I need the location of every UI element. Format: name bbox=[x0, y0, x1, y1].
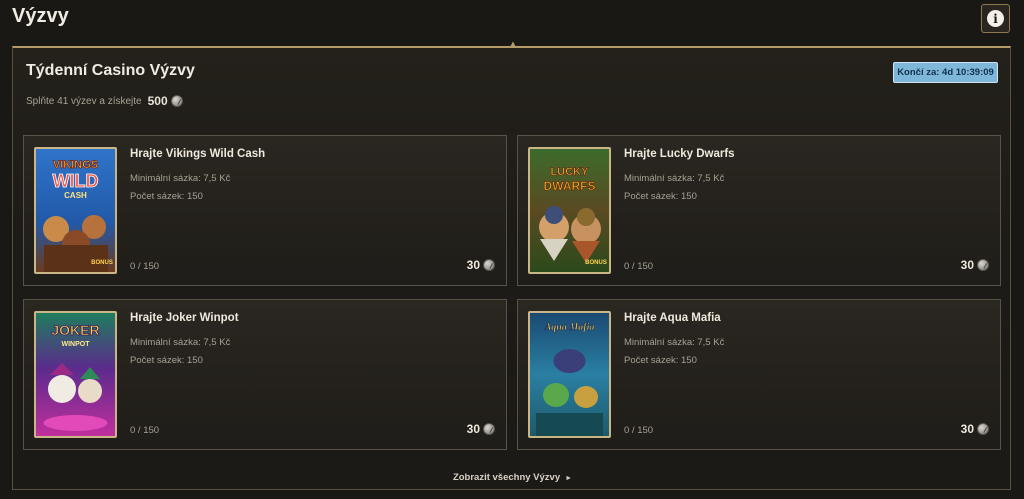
timer-badge: Končí za: 4d 10:39:09 bbox=[893, 62, 998, 83]
card-bet-count: Počet sázek: 150 bbox=[624, 355, 697, 366]
svg-text:BONUS: BONUS bbox=[585, 260, 607, 266]
card-title: Hrajte Aqua Mafia bbox=[624, 312, 721, 324]
card-min-bet: Minimální sázka: 7,5 Kč bbox=[130, 173, 231, 184]
card-reward: 30 bbox=[961, 258, 989, 272]
svg-text:CASH: CASH bbox=[64, 191, 87, 200]
card-bet-count: Počet sázek: 150 bbox=[624, 191, 697, 202]
svg-text:BONUS: BONUS bbox=[91, 260, 113, 266]
game-thumbnail-vikings[interactable]: VIKINGS WILD CASH BONUS bbox=[34, 147, 117, 274]
coin-icon bbox=[977, 423, 989, 435]
page-title: Výzvy bbox=[12, 5, 69, 27]
svg-text:LUCKY: LUCKY bbox=[551, 166, 590, 178]
svg-text:VIKINGS: VIKINGS bbox=[53, 159, 98, 171]
game-thumbnail-lucky-dwarfs[interactable]: LUCKY DWARFS BONUS bbox=[528, 147, 611, 274]
svg-text:DWARFS: DWARFS bbox=[544, 179, 596, 193]
panel-notch-icon: ▲ bbox=[509, 39, 517, 48]
show-all-challenges-link[interactable]: Zobrazit všechny Výzvy ► bbox=[13, 472, 1012, 483]
card-progress: 0 / 150 bbox=[624, 261, 654, 272]
coin-icon bbox=[977, 259, 989, 271]
card-title: Hrajte Joker Winpot bbox=[130, 312, 239, 324]
card-progress: 0 / 150 bbox=[130, 261, 160, 272]
card-min-bet: Minimální sázka: 7,5 Kč bbox=[624, 337, 725, 348]
card-title: Hrajte Vikings Wild Cash bbox=[130, 148, 266, 160]
info-icon: i bbox=[987, 10, 1004, 27]
svg-text:Aqua Mafia: Aqua Mafia bbox=[544, 322, 595, 333]
card-reward-value: 30 bbox=[466, 422, 480, 436]
svg-text:WINPOT: WINPOT bbox=[62, 341, 91, 348]
card-reward: 30 bbox=[467, 258, 495, 272]
card-title: Hrajte Lucky Dwarfs bbox=[624, 148, 735, 160]
card-progress: 0 / 150 bbox=[130, 425, 160, 436]
challenge-card-lucky-dwarfs[interactable]: LUCKY DWARFS BONUS Hrajte Lucky Dwarfs M… bbox=[517, 135, 1001, 286]
card-reward-value: 30 bbox=[466, 258, 480, 272]
game-thumbnail-joker-winpot[interactable]: JOKER WINPOT bbox=[34, 311, 117, 438]
card-min-bet: Minimální sázka: 7,5 Kč bbox=[624, 173, 725, 184]
panel-subtitle: Splňte 41 výzev a získejte 500 bbox=[26, 94, 183, 108]
coin-icon bbox=[170, 95, 183, 107]
card-bet-count: Počet sázek: 150 bbox=[130, 191, 203, 202]
svg-text:WILD: WILD bbox=[53, 171, 99, 191]
challenge-card-aqua-mafia[interactable]: Aqua Mafia Hrajte Aqua Mafia Minimální s… bbox=[517, 299, 1001, 450]
coin-icon bbox=[483, 259, 495, 271]
card-reward: 30 bbox=[467, 422, 495, 436]
subtitle-text: Splňte 41 výzev a získejte bbox=[26, 95, 142, 107]
card-bet-count: Počet sázek: 150 bbox=[130, 355, 203, 366]
show-all-label: Zobrazit všechny Výzvy bbox=[452, 472, 561, 483]
subtitle-points: 500 bbox=[147, 94, 168, 108]
challenge-card-joker-winpot[interactable]: JOKER WINPOT Hrajte Joker Winpot Minimál… bbox=[23, 299, 507, 450]
svg-text:JOKER: JOKER bbox=[51, 322, 99, 338]
card-reward-value: 30 bbox=[960, 258, 974, 272]
info-button[interactable]: i bbox=[981, 4, 1010, 33]
card-progress: 0 / 150 bbox=[624, 425, 654, 436]
coin-icon bbox=[483, 423, 495, 435]
card-reward: 30 bbox=[961, 422, 989, 436]
challenges-panel: ▲ Týdenní Casino Výzvy Splňte 41 výzev a… bbox=[12, 40, 1012, 490]
arrow-right-icon: ► bbox=[565, 475, 573, 482]
panel-title: Týdenní Casino Výzvy bbox=[26, 62, 195, 79]
game-thumbnail-aqua-mafia[interactable]: Aqua Mafia bbox=[528, 311, 611, 438]
card-min-bet: Minimální sázka: 7,5 Kč bbox=[130, 337, 231, 348]
card-reward-value: 30 bbox=[960, 422, 974, 436]
challenge-card-vikings[interactable]: VIKINGS WILD CASH BONUS Hrajte Vikings W… bbox=[23, 135, 507, 286]
